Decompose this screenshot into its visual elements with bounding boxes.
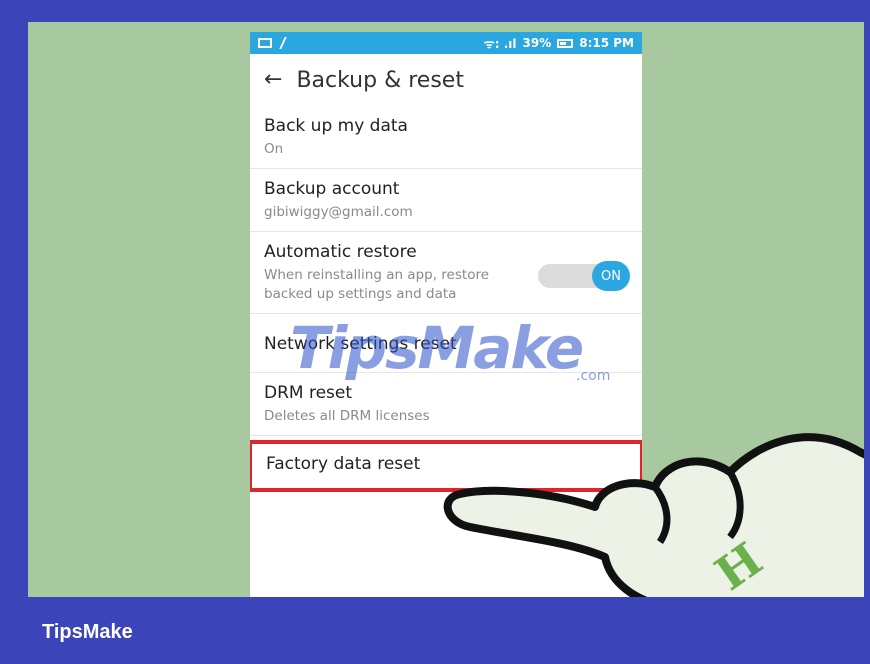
- back-arrow-icon[interactable]: ←: [264, 69, 282, 91]
- status-bar: ᯤ: .ıl 39% 8:15 PM: [250, 32, 642, 54]
- setting-backup-account[interactable]: Backup account gibiwiggy@gmail.com: [250, 169, 642, 233]
- setting-title: Automatic restore: [264, 242, 417, 263]
- clock: 8:15 PM: [579, 36, 634, 50]
- pointing-hand-icon: H: [443, 433, 864, 597]
- setting-title: DRM reset: [264, 382, 353, 403]
- watermark-logo: TipsMake: [290, 314, 584, 382]
- setting-subtitle: Deletes all DRM licenses: [264, 407, 430, 424]
- setting-automatic-restore[interactable]: Automatic restore When reinstalling an a…: [250, 232, 642, 314]
- image-frame: ᯤ: .ıl 39% 8:15 PM ← Backup & reset Back…: [0, 0, 870, 664]
- setting-title: Back up my data: [264, 116, 408, 136]
- setting-title: Backup account: [264, 179, 400, 200]
- watermark-suffix: .com: [576, 368, 611, 384]
- setting-subtitle: When reinstalling an app, restore backed…: [264, 267, 490, 302]
- automatic-restore-toggle[interactable]: ON: [538, 261, 630, 292]
- phone-icon: [279, 37, 293, 49]
- message-icon: [258, 38, 272, 48]
- battery-icon: [557, 38, 574, 48]
- setting-subtitle: gibiwiggy@gmail.com: [264, 204, 413, 221]
- footer-bar: TipsMake: [0, 597, 870, 664]
- battery-percent: 39%: [522, 36, 552, 50]
- toggle-knob: ON: [592, 261, 630, 292]
- setting-back-up-my-data[interactable]: Back up my data On: [250, 106, 642, 170]
- brand-label: TipsMake: [42, 621, 133, 643]
- page-title: Backup & reset: [296, 67, 464, 93]
- setting-subtitle: On: [264, 141, 284, 157]
- illustration: ᯤ: .ıl 39% 8:15 PM ← Backup & reset Back…: [28, 22, 864, 597]
- app-bar: ← Backup & reset: [250, 54, 642, 106]
- signal-icon: ᯤ: .ıl: [483, 36, 517, 51]
